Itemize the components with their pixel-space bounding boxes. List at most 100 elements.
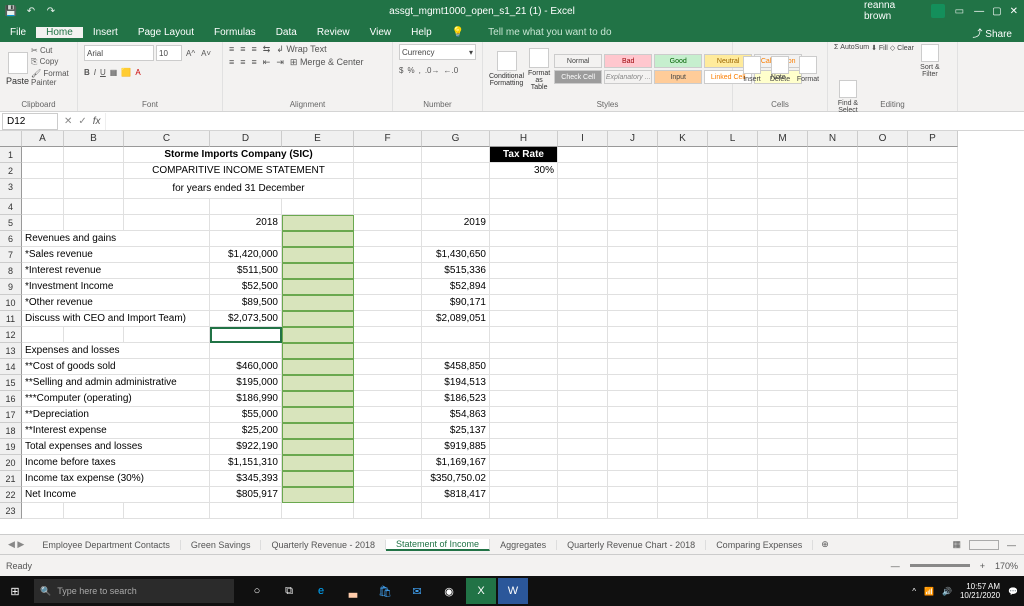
cell[interactable] bbox=[658, 199, 708, 215]
cell[interactable] bbox=[64, 163, 124, 179]
cell[interactable]: Tax Rate bbox=[490, 147, 558, 163]
cell[interactable]: Income tax expense (30%) bbox=[22, 471, 210, 487]
row-header[interactable]: 19 bbox=[0, 439, 22, 455]
col-header[interactable]: K bbox=[658, 131, 708, 147]
cell[interactable]: $460,000 bbox=[210, 359, 282, 375]
cell[interactable] bbox=[908, 359, 958, 375]
cell[interactable] bbox=[808, 343, 858, 359]
row-header[interactable]: 23 bbox=[0, 503, 22, 519]
cell[interactable] bbox=[908, 343, 958, 359]
row-header[interactable]: 3 bbox=[0, 179, 22, 199]
zoom-out-button[interactable]: — bbox=[891, 561, 900, 571]
col-header[interactable]: B bbox=[64, 131, 124, 147]
cell[interactable] bbox=[210, 343, 282, 359]
cell[interactable] bbox=[658, 279, 708, 295]
avatar[interactable] bbox=[931, 4, 945, 18]
cell[interactable] bbox=[708, 375, 758, 391]
cell[interactable]: **Interest expense bbox=[22, 423, 210, 439]
delete-cells-button[interactable]: Delete bbox=[767, 44, 793, 94]
fill-color-button[interactable]: 🟨 bbox=[121, 68, 131, 77]
cortana-icon[interactable]: ○ bbox=[242, 578, 272, 604]
cell[interactable] bbox=[758, 487, 808, 503]
cell[interactable] bbox=[22, 163, 64, 179]
cell[interactable] bbox=[124, 327, 210, 343]
cell[interactable] bbox=[490, 295, 558, 311]
view-normal-icon[interactable]: ▦ bbox=[952, 539, 961, 550]
cell[interactable] bbox=[808, 391, 858, 407]
format-as-table-button[interactable]: Format as Table bbox=[528, 47, 550, 91]
cell[interactable] bbox=[422, 163, 490, 179]
col-header[interactable]: F bbox=[354, 131, 422, 147]
volume-icon[interactable]: 🔊 bbox=[942, 587, 952, 596]
cell[interactable] bbox=[908, 263, 958, 279]
cell[interactable] bbox=[282, 487, 354, 503]
cell[interactable] bbox=[808, 471, 858, 487]
cell[interactable] bbox=[558, 407, 608, 423]
cell[interactable] bbox=[558, 279, 608, 295]
cell[interactable] bbox=[608, 247, 658, 263]
cell[interactable]: $25,200 bbox=[210, 423, 282, 439]
cell[interactable] bbox=[758, 503, 808, 519]
cell[interactable]: $1,420,000 bbox=[210, 247, 282, 263]
cell[interactable] bbox=[608, 147, 658, 163]
cell[interactable] bbox=[708, 295, 758, 311]
menu-view[interactable]: View bbox=[360, 27, 402, 38]
cell[interactable] bbox=[354, 359, 422, 375]
font-selector[interactable]: Arial bbox=[84, 45, 154, 61]
cell[interactable] bbox=[608, 471, 658, 487]
shrink-font-button[interactable]: A˅ bbox=[199, 49, 213, 58]
cell[interactable] bbox=[354, 455, 422, 471]
italic-button[interactable]: I bbox=[94, 68, 96, 77]
col-header[interactable]: H bbox=[490, 131, 558, 147]
cell[interactable] bbox=[490, 199, 558, 215]
grow-font-button[interactable]: A^ bbox=[184, 49, 197, 58]
row-header[interactable]: 1 bbox=[0, 147, 22, 163]
col-header[interactable]: M bbox=[758, 131, 808, 147]
cell[interactable] bbox=[908, 179, 958, 199]
cell[interactable] bbox=[908, 423, 958, 439]
cell[interactable] bbox=[758, 471, 808, 487]
cell[interactable] bbox=[558, 423, 608, 439]
cell[interactable] bbox=[558, 231, 608, 247]
row-header[interactable]: 18 bbox=[0, 423, 22, 439]
cell[interactable] bbox=[490, 279, 558, 295]
cell[interactable] bbox=[608, 163, 658, 179]
cell[interactable] bbox=[210, 231, 282, 247]
cell[interactable]: **Selling and admin administrative bbox=[22, 375, 210, 391]
cell[interactable] bbox=[608, 295, 658, 311]
cell[interactable] bbox=[354, 423, 422, 439]
col-header[interactable]: I bbox=[558, 131, 608, 147]
cell[interactable] bbox=[808, 163, 858, 179]
cell[interactable] bbox=[608, 423, 658, 439]
font-size-selector[interactable]: 10 bbox=[156, 45, 182, 61]
cell[interactable] bbox=[124, 503, 210, 519]
fill-button[interactable]: ⬇ Fill bbox=[871, 44, 888, 78]
cell[interactable]: 30% bbox=[490, 163, 558, 179]
close-button[interactable]: ✕ bbox=[1010, 6, 1018, 17]
font-color-button[interactable]: A bbox=[135, 68, 140, 77]
cell[interactable] bbox=[490, 455, 558, 471]
cell[interactable] bbox=[708, 311, 758, 327]
cell[interactable] bbox=[608, 407, 658, 423]
maximize-button[interactable]: ▢ bbox=[992, 6, 1001, 17]
cell[interactable] bbox=[708, 343, 758, 359]
row-header[interactable]: 22 bbox=[0, 487, 22, 503]
cell[interactable]: *Interest revenue bbox=[22, 263, 210, 279]
cell[interactable] bbox=[282, 391, 354, 407]
cell[interactable] bbox=[908, 199, 958, 215]
cell[interactable] bbox=[490, 503, 558, 519]
cell[interactable] bbox=[658, 295, 708, 311]
cell[interactable] bbox=[658, 263, 708, 279]
col-header[interactable]: N bbox=[808, 131, 858, 147]
zoom-slider[interactable] bbox=[910, 564, 970, 567]
cell[interactable] bbox=[758, 423, 808, 439]
cell[interactable] bbox=[354, 199, 422, 215]
cell[interactable]: $1,430,650 bbox=[422, 247, 490, 263]
row-header[interactable]: 2 bbox=[0, 163, 22, 179]
cell[interactable] bbox=[558, 295, 608, 311]
cell[interactable] bbox=[908, 231, 958, 247]
cell[interactable] bbox=[282, 311, 354, 327]
cell[interactable] bbox=[708, 215, 758, 231]
cell[interactable] bbox=[658, 471, 708, 487]
row-header[interactable]: 13 bbox=[0, 343, 22, 359]
